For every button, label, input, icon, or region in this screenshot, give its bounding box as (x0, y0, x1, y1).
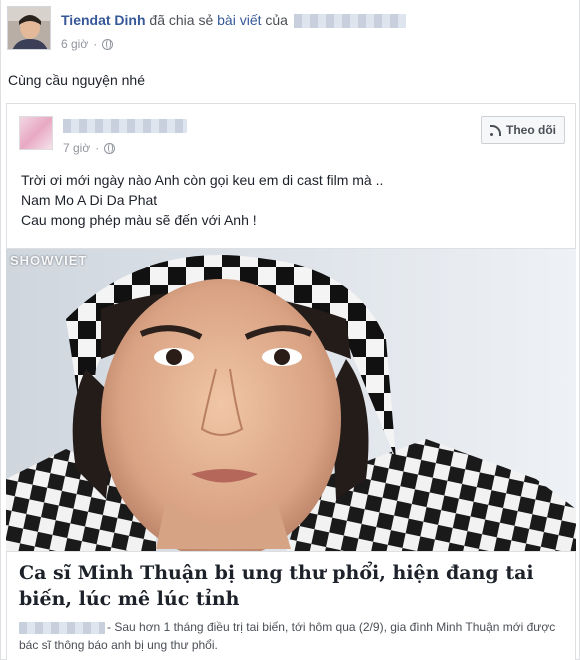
blurred-source-name (19, 621, 105, 634)
follow-label: Theo dõi (506, 123, 556, 137)
globe-icon[interactable] (104, 142, 116, 154)
post-caption: Cùng cầu nguyện nhé (8, 72, 145, 88)
blurred-shared-author-name (63, 119, 187, 133)
post-link[interactable]: bài viết (217, 12, 261, 28)
article-title[interactable]: Ca sĩ Minh Thuận bị ung thư phổi, hiện đ… (19, 560, 567, 612)
blurred-page-name (293, 14, 406, 29)
shared-author-avatar[interactable] (19, 116, 53, 150)
photo-watermark: SHOWVIET (10, 253, 88, 268)
globe-icon[interactable] (102, 38, 114, 50)
author-avatar[interactable] (7, 6, 51, 50)
shared-post: 7 giờ · Theo dõi Trời ơi mới ngày nào An… (6, 103, 576, 660)
follow-button[interactable]: Theo dõi (481, 116, 565, 144)
of-text: của (265, 12, 288, 28)
article-photo[interactable]: SHOWVIET (6, 248, 576, 552)
shared-post-meta: 7 giờ · (63, 141, 116, 155)
post-meta: 6 giờ · (61, 37, 114, 51)
shared-post-line: Trời ơi mới ngày nào Anh còn gọi keu em … (21, 172, 384, 188)
shared-post-time[interactable]: 7 giờ (63, 141, 90, 155)
shared-post-line: Cau mong phép màu sẽ đến với Anh ! (21, 212, 257, 228)
post-header: Tiendat Dinh đã chia sẻ bài viết của (61, 12, 406, 29)
rss-icon (490, 124, 501, 136)
post-time[interactable]: 6 giờ (61, 37, 88, 51)
shared-post-text: Trời ơi mới ngày nào Anh còn gọi keu em … (21, 170, 383, 230)
shared-text: đã chia sẻ (149, 12, 214, 28)
author-name[interactable]: Tiendat Dinh (61, 12, 146, 28)
facebook-post: Tiendat Dinh đã chia sẻ bài viết của 6 g… (0, 0, 580, 660)
article-description: - Sau hơn 1 tháng điều trị tai biến, tới… (19, 618, 567, 654)
shared-post-line: Nam Mo A Di Da Phat (21, 192, 158, 208)
